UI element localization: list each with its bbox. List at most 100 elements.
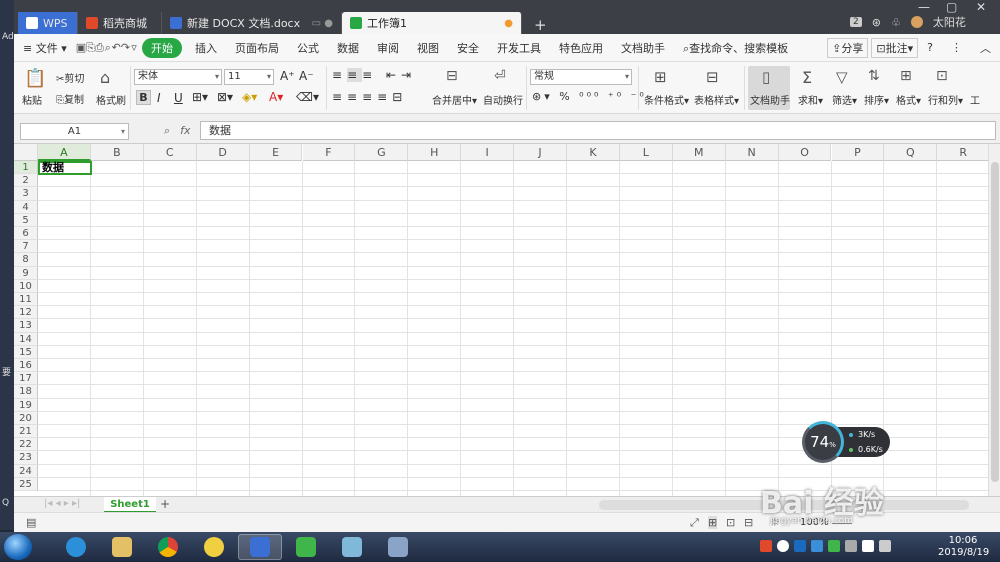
cell-a1[interactable]: 数据 — [38, 161, 92, 175]
sum-button[interactable]: 求和▾ — [798, 92, 823, 107]
start-button[interactable] — [4, 534, 32, 560]
column-header[interactable]: J — [514, 144, 567, 161]
row-header[interactable]: 2 — [14, 174, 38, 188]
font-name-select[interactable]: 宋体 ▾ — [134, 69, 222, 85]
row-header[interactable]: 18 — [14, 385, 38, 399]
row-header[interactable]: 21 — [14, 425, 38, 439]
clock[interactable]: 10:06 2019/8/19 — [938, 535, 989, 559]
row-header[interactable]: 23 — [14, 451, 38, 465]
number-format-select[interactable]: 常规 ▾ — [530, 69, 632, 85]
underline-button[interactable]: U — [174, 91, 183, 105]
format-painter-button[interactable]: 格式刷 — [96, 92, 126, 107]
save-icon[interactable]: ▣ — [76, 41, 86, 54]
taskbar-wechat[interactable] — [284, 534, 328, 560]
new-tab-button[interactable]: + — [534, 16, 547, 34]
cell-style-icon[interactable]: ⊠▾ — [217, 90, 233, 104]
view-break-icon[interactable]: ⊟ — [744, 516, 753, 529]
minimize-button[interactable]: — — [918, 0, 930, 14]
comment-button[interactable]: ⊡批注▾ — [871, 37, 919, 58]
tab-data[interactable]: 数据 — [328, 40, 368, 56]
row-header[interactable]: 9 — [14, 266, 38, 280]
export-icon[interactable]: ⎘ — [86, 41, 95, 55]
tab-docx[interactable]: 新建 DOCX 文档.docx ▭ ● — [162, 12, 342, 34]
shrink-font-icon[interactable]: A⁻ — [299, 69, 314, 83]
undo-icon[interactable]: ↶ — [112, 41, 121, 54]
row-header[interactable]: 12 — [14, 306, 38, 320]
row-header[interactable]: 1 — [14, 161, 38, 175]
italic-button[interactable]: I — [157, 91, 161, 105]
column-header[interactable]: L — [619, 144, 673, 161]
tab-security[interactable]: 安全 — [448, 40, 488, 56]
taskbar-app[interactable] — [330, 534, 374, 560]
column-header[interactable]: N — [725, 144, 779, 161]
row-header[interactable]: 22 — [14, 438, 38, 452]
tab-formulas[interactable]: 公式 — [288, 40, 328, 56]
font-size-select[interactable]: 11 ▾ — [224, 69, 274, 85]
column-header[interactable]: F — [302, 144, 356, 161]
row-header[interactable]: 10 — [14, 279, 38, 293]
row-header[interactable]: 6 — [14, 227, 38, 241]
view-page-icon[interactable]: ⊡ — [726, 516, 735, 529]
paste-icon[interactable]: 📋 — [24, 68, 46, 89]
column-header[interactable]: K — [567, 144, 620, 161]
more-icon[interactable]: ⋮ — [942, 41, 971, 54]
row-header[interactable]: 17 — [14, 372, 38, 386]
column-header[interactable]: G — [355, 144, 409, 161]
help-button[interactable]: ? — [918, 41, 942, 54]
taskbar-qq[interactable] — [192, 534, 236, 560]
column-header[interactable]: C — [143, 144, 197, 161]
zoom-icon[interactable]: ⌕ — [164, 124, 170, 138]
row-header[interactable]: 7 — [14, 240, 38, 254]
column-header[interactable]: P — [831, 144, 885, 161]
add-sheet-button[interactable]: + — [160, 497, 170, 511]
skin-icon[interactable]: ⊛ — [872, 16, 881, 29]
row-header[interactable]: 14 — [14, 332, 38, 346]
command-search[interactable]: ⌕查找命令、搜索模板 — [674, 40, 797, 56]
bold-button[interactable]: B — [136, 90, 151, 105]
column-header[interactable]: M — [672, 144, 726, 161]
column-header[interactable]: E — [249, 144, 303, 161]
row-header[interactable]: 20 — [14, 411, 38, 425]
column-header[interactable]: I — [461, 144, 515, 161]
conditional-format-button[interactable]: 条件格式▾ — [644, 92, 689, 107]
share-button[interactable]: ⇪分享 — [827, 37, 869, 58]
row-header[interactable]: 16 — [14, 359, 38, 373]
column-header[interactable]: D — [196, 144, 250, 161]
column-header[interactable]: R — [937, 144, 988, 161]
avatar[interactable] — [910, 16, 923, 28]
cut-button[interactable]: ✂剪切 — [56, 70, 84, 85]
taskbar-wps[interactable] — [238, 534, 282, 560]
paste-button[interactable]: 粘贴 — [22, 92, 42, 107]
merge-center-button[interactable]: 合并居中▾ — [432, 92, 477, 107]
maximize-button[interactable]: ▢ — [946, 0, 957, 14]
vertical-align-icons[interactable]: ≡≡≡ ⇤⇥ — [332, 68, 416, 82]
formula-input[interactable]: 数据 — [200, 121, 996, 140]
unsaved-dot-icon[interactable]: ● — [504, 18, 513, 29]
row-header[interactable]: 15 — [14, 345, 38, 359]
column-header[interactable]: Q — [884, 144, 938, 161]
row-header[interactable]: 24 — [14, 464, 38, 478]
copy-button[interactable]: ⎘复制 — [56, 91, 84, 106]
font-color-icon[interactable]: A▾ — [269, 90, 283, 104]
tab-special[interactable]: 特色应用 — [550, 40, 612, 56]
number-format-icons[interactable]: ⊛▾ % ⁰⁰⁰ ⁺⁰ ⁻⁰ — [532, 90, 647, 103]
network-speed-widget[interactable]: 74% 3K/s 0.6K/s — [802, 421, 890, 463]
system-tray[interactable] — [760, 540, 891, 552]
format-button[interactable]: 格式▾ — [896, 92, 921, 107]
tab-workbook[interactable]: 工作簿1 ● — [342, 12, 522, 34]
macro-icon[interactable]: ▤ — [26, 516, 36, 529]
column-header[interactable]: A — [38, 144, 91, 161]
tab-page-layout[interactable]: 页面布局 — [226, 40, 288, 56]
view-grid-icon[interactable]: ⊞ — [708, 516, 718, 529]
row-header[interactable]: 13 — [14, 319, 38, 333]
taskbar-chrome[interactable] — [146, 534, 190, 560]
tab-view[interactable]: 视图 — [408, 40, 448, 56]
border-icon[interactable]: ⊞▾ — [192, 90, 208, 104]
collapse-ribbon-icon[interactable]: ︿ — [971, 40, 1000, 56]
window-count-badge[interactable]: 2 — [850, 17, 862, 27]
tab-review[interactable]: 审阅 — [368, 40, 408, 56]
shirt-icon[interactable]: ♧ — [891, 16, 901, 29]
quick-access-more-icon[interactable]: ▿ — [130, 41, 138, 54]
worksheet-button[interactable]: 工 — [970, 92, 980, 107]
row-header[interactable]: 3 — [14, 187, 38, 201]
